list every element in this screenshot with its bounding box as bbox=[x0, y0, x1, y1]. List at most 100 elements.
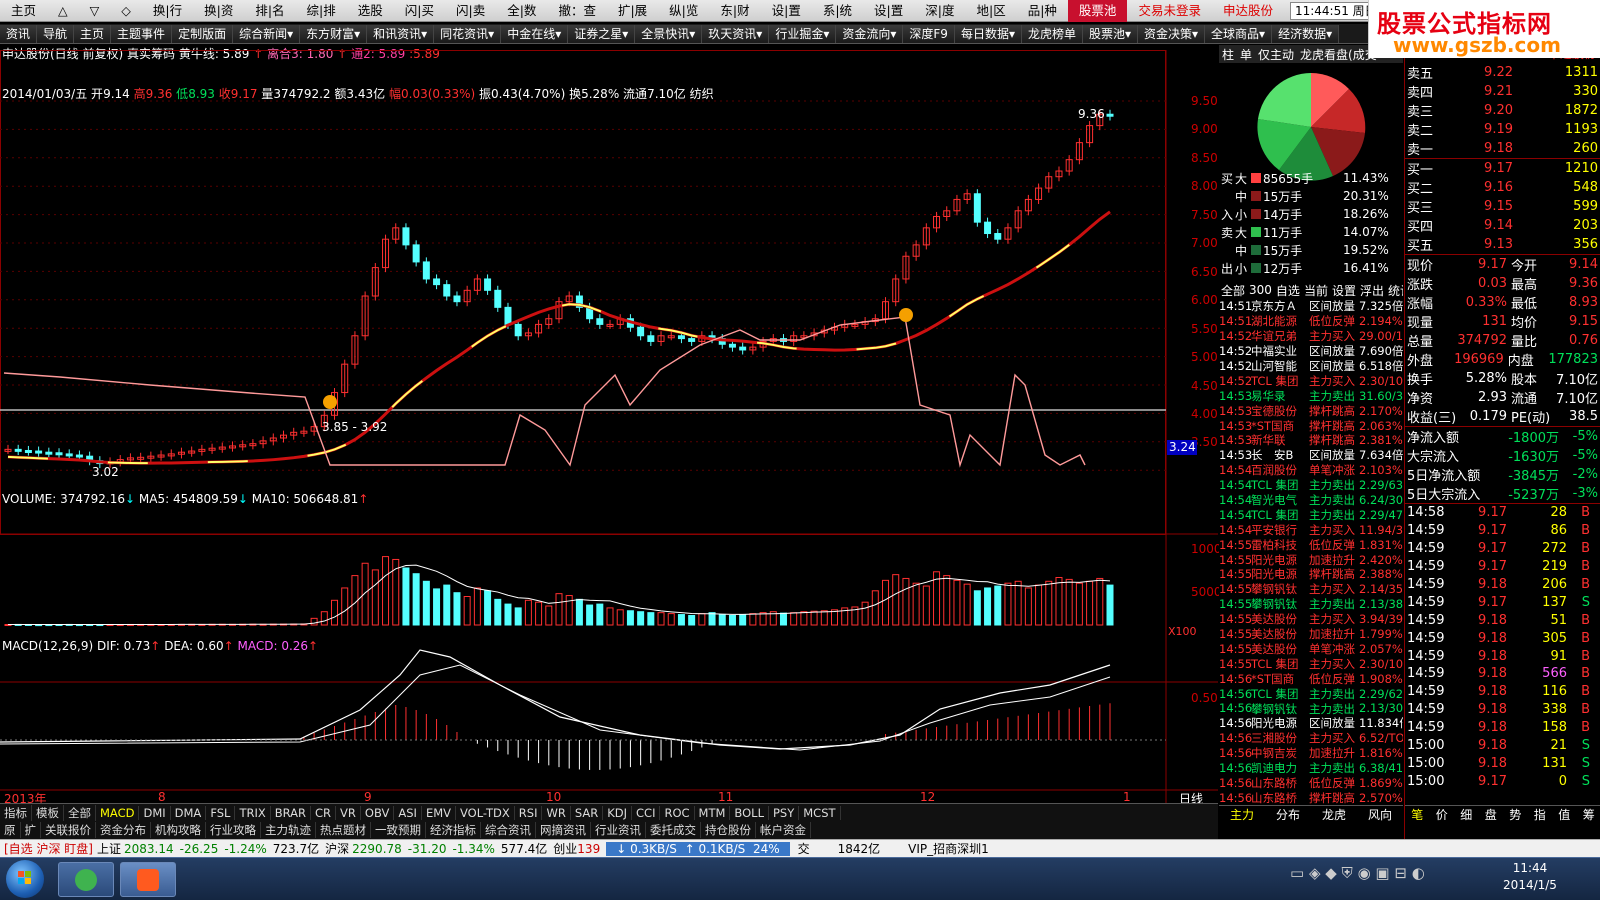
radar-row[interactable]: 14:51 京东方Ａ 区间放量 7.325倍 bbox=[1219, 299, 1403, 314]
radar-filter-tab[interactable]: 300 bbox=[1247, 283, 1274, 297]
tray-time[interactable]: 11:44 bbox=[1500, 861, 1560, 875]
radar-filter-tab[interactable]: 设置 bbox=[1330, 282, 1358, 299]
radar-filter-tab[interactable]: 浮出 bbox=[1358, 282, 1386, 299]
start-button[interactable] bbox=[6, 860, 44, 898]
info-tab[interactable]: 资金流向▾ bbox=[836, 24, 904, 43]
menu-item[interactable]: 深|度 bbox=[914, 0, 965, 22]
radar-row[interactable]: 14:56 TCL 集团 主力卖出 2.29/62 bbox=[1219, 686, 1403, 701]
tick-list[interactable]: 14:58 9.17 28 B 14:59 9.17 86 B 14:59 9.17 272 B 14:… bbox=[1405, 504, 1600, 790]
indicator-tab[interactable]: 模板 bbox=[32, 804, 64, 821]
info-tab[interactable]: 全景快讯▾ bbox=[635, 24, 703, 43]
function-tab[interactable]: 帐户资金 bbox=[756, 822, 811, 838]
radar-filter-tab[interactable]: 自选 bbox=[1274, 282, 1302, 299]
function-tab[interactable]: 经济指标 bbox=[426, 822, 481, 838]
menu-item[interactable]: 设|置 bbox=[863, 0, 914, 22]
radar-tab[interactable]: 分布 bbox=[1265, 806, 1311, 823]
stock-pool-button[interactable]: 股票池 bbox=[1067, 0, 1128, 22]
trade-login-status[interactable]: 交易未登录 bbox=[1127, 0, 1212, 22]
radar-row[interactable]: 14:56 凯迪电力 主力卖出 6.38/41 bbox=[1219, 761, 1403, 776]
indicator-tab[interactable]: ROC bbox=[660, 805, 695, 820]
info-tab[interactable]: 资金决策▾ bbox=[1138, 24, 1206, 43]
indicator-tab[interactable]: VR bbox=[336, 805, 361, 820]
function-tab[interactable]: 热点题材 bbox=[316, 822, 371, 838]
radar-row[interactable]: 14:55 阳光电源 撑杆跳高 2.388% bbox=[1219, 567, 1403, 582]
info-tab[interactable]: 深度F9 bbox=[903, 24, 955, 43]
radar-row[interactable]: 14:56 三湘股份 主力买入 6.52/TO bbox=[1219, 731, 1403, 746]
indicator-tab[interactable]: CCI bbox=[632, 805, 661, 820]
radar-row[interactable]: 14:52 山河智能 区间放量 6.518倍 bbox=[1219, 359, 1403, 374]
info-tab[interactable]: 中金在线▾ bbox=[501, 24, 569, 43]
indicator-tab[interactable]: VOL-TDX bbox=[456, 805, 515, 820]
radar-top-tab[interactable]: 单 bbox=[1237, 46, 1255, 63]
radar-row[interactable]: 14:54 平安银行 主力买入 11.94/3 bbox=[1219, 522, 1403, 537]
function-tab[interactable]: 一致预期 bbox=[371, 822, 426, 838]
info-tab[interactable]: 资讯 bbox=[0, 24, 38, 43]
quote-tab[interactable]: 势 bbox=[1503, 806, 1528, 823]
info-tab[interactable]: 定制版面 bbox=[172, 24, 234, 43]
radar-top-tab[interactable]: 柱 bbox=[1219, 46, 1237, 63]
info-tab[interactable]: 主页 bbox=[74, 24, 112, 43]
tray-date[interactable]: 2014/1/5 bbox=[1490, 878, 1570, 892]
menu-item[interactable]: 换|行 bbox=[142, 0, 193, 22]
menu-item[interactable]: 换|资 bbox=[193, 0, 244, 22]
quote-tab[interactable]: 价 bbox=[1430, 806, 1455, 823]
tray-icons[interactable]: ▭ ◈ ◆ ⛨ ◉ ▣ ⊟ ◐ bbox=[1290, 864, 1425, 882]
radar-tab[interactable]: 龙虎 bbox=[1311, 806, 1357, 823]
menu-item[interactable]: 主页 bbox=[0, 0, 47, 22]
quote-tab[interactable]: 指 bbox=[1528, 806, 1553, 823]
info-tab[interactable]: 证券之星▾ bbox=[568, 24, 636, 43]
function-tab[interactable]: 委托成交 bbox=[646, 822, 701, 838]
indicator-tab[interactable]: DMI bbox=[139, 805, 171, 820]
radar-row[interactable]: 14:55 攀钢钒钛 主力卖出 2.13/38 bbox=[1219, 597, 1403, 612]
menu-item[interactable]: 系|统 bbox=[812, 0, 863, 22]
function-tab[interactable]: 资金分布 bbox=[96, 822, 151, 838]
info-tab[interactable]: 每日数据▾ bbox=[954, 24, 1022, 43]
info-tab[interactable]: 龙虎榜单 bbox=[1021, 24, 1083, 43]
info-tab[interactable]: 行业掘金▾ bbox=[769, 24, 837, 43]
radar-row[interactable]: 14:53 易华录 主力卖出 31.60/3 bbox=[1219, 388, 1403, 403]
radar-row[interactable]: 14:56 *ST国商 低位反弹 1.908% bbox=[1219, 671, 1403, 686]
info-tab[interactable]: 玖天资讯▾ bbox=[702, 24, 770, 43]
function-tab[interactable]: 综合资讯 bbox=[481, 822, 536, 838]
menu-item[interactable]: 排|名 bbox=[244, 0, 295, 22]
indicator-tab[interactable]: 指标 bbox=[0, 804, 32, 821]
menu-item[interactable]: 撤：查 bbox=[547, 0, 607, 22]
quote-tab[interactable]: 筹 bbox=[1577, 806, 1600, 823]
radar-row[interactable]: 14:52 中福实业 区间放量 7.690倍 bbox=[1219, 344, 1403, 359]
indicator-tab[interactable]: MTM bbox=[695, 805, 731, 820]
function-tab[interactable]: 主力轨迹 bbox=[261, 822, 316, 838]
radar-tab[interactable]: 风向 bbox=[1357, 806, 1403, 823]
radar-row[interactable]: 14:55 美达股份 主力买入 3.94/39 bbox=[1219, 612, 1403, 627]
indicator-tab[interactable]: FSL bbox=[206, 805, 236, 820]
indicator-tab[interactable]: TRIX bbox=[235, 805, 271, 820]
menu-item[interactable]: 纵|览 bbox=[658, 0, 709, 22]
info-tab[interactable]: 东方财富▾ bbox=[300, 24, 368, 43]
quote-tab[interactable]: 盘 bbox=[1479, 806, 1504, 823]
radar-row[interactable]: 14:55 TCL 集团 主力买入 2.30/10 bbox=[1219, 656, 1403, 671]
menu-item[interactable]: 品|种 bbox=[1017, 0, 1068, 22]
indicator-tab[interactable]: MCST bbox=[799, 805, 841, 820]
radar-row[interactable]: 14:56阳光电源区间放量11.834倍 bbox=[1219, 716, 1403, 731]
indicator-tab[interactable]: SAR bbox=[571, 805, 604, 820]
radar-top-tab[interactable]: 仅主动 bbox=[1255, 46, 1297, 63]
menu-item[interactable]: 设|置 bbox=[761, 0, 812, 22]
radar-row[interactable]: 14:55 雷柏科技 低位反弹 1.831% bbox=[1219, 537, 1403, 552]
function-tab[interactable]: 机构攻略 bbox=[151, 822, 206, 838]
radar-row[interactable]: 14:56 山东路桥 撑杆跳高 2.570% bbox=[1219, 790, 1403, 805]
radar-filter-tab[interactable]: 当前 bbox=[1302, 282, 1330, 299]
radar-row[interactable]: 14:54 TCL 集团 主力卖出 2.29/63 bbox=[1219, 478, 1403, 493]
radar-row[interactable]: 14:53 *ST国商 撑杆跳高 2.063% bbox=[1219, 418, 1403, 433]
radar-row[interactable]: 14:56 攀钢钒钛 主力卖出 2.13/30 bbox=[1219, 701, 1403, 716]
info-tab[interactable]: 和讯资讯▾ bbox=[367, 24, 435, 43]
menu-item[interactable]: 东|财 bbox=[709, 0, 760, 22]
indicator-tab[interactable]: BRAR bbox=[271, 805, 312, 820]
function-tab[interactable]: 行业攻略 bbox=[206, 822, 261, 838]
function-tab[interactable]: 网摘资讯 bbox=[536, 822, 591, 838]
indicator-tab[interactable]: BOLL bbox=[730, 805, 769, 820]
info-tab[interactable]: 全球商品▾ bbox=[1205, 24, 1273, 43]
quote-tab[interactable]: 细 bbox=[1454, 806, 1479, 823]
radar-row[interactable]: 14:54 智光电气 主力卖出 6.24/30 bbox=[1219, 493, 1403, 508]
function-tab[interactable]: 扩 bbox=[21, 822, 41, 838]
indicator-tab[interactable]: DMA bbox=[171, 805, 207, 820]
taskbar-app-stock[interactable] bbox=[120, 862, 176, 897]
